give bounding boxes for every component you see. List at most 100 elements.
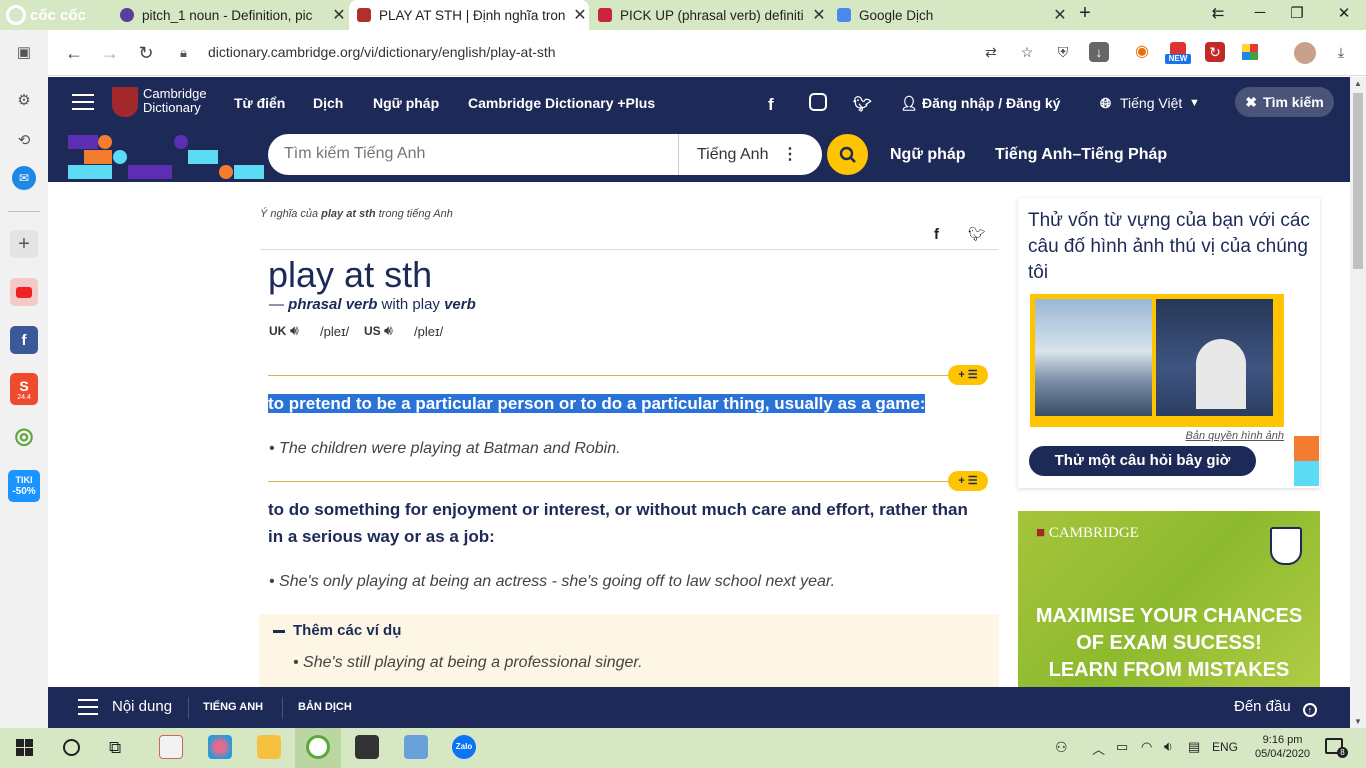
cambridge-logo[interactable]: Cambridge Dictionary <box>143 87 207 115</box>
search-input[interactable] <box>284 145 664 163</box>
english-link[interactable]: TIẾNG ANH <box>203 701 263 713</box>
maximize-icon[interactable]: ❐ <box>1287 4 1307 24</box>
contents-link[interactable]: Nội dung <box>112 698 172 715</box>
us-audio-icon[interactable]: 🔊︎ <box>384 322 393 339</box>
close-tab-icon[interactable]: ✕ <box>330 5 348 25</box>
notification-icon[interactable]: 8 <box>1325 738 1348 758</box>
tab-google-translate[interactable]: Google Dịch ✕ <box>829 0 1069 30</box>
close-tab-icon[interactable]: ✕ <box>810 5 828 25</box>
profile-avatar[interactable] <box>1294 42 1316 64</box>
url-field[interactable]: dictionary.cambridge.org/vi/dictionary/e… <box>208 44 556 60</box>
bookmark-star-icon[interactable]: ☆ <box>1017 42 1037 62</box>
coccoc-taskbar-icon[interactable] <box>306 735 330 759</box>
contents-menu-icon[interactable] <box>78 699 98 715</box>
nav-translate[interactable]: Dịch <box>313 95 343 111</box>
sidebar-toggle-icon[interactable]: ▣ <box>10 38 38 66</box>
coccoc-logo[interactable]: cốc cốc <box>6 4 86 26</box>
back-icon[interactable]: ← <box>63 42 85 64</box>
language-indicator[interactable]: ENG <box>1212 740 1238 754</box>
download-page-icon[interactable]: ↓ <box>1089 42 1109 62</box>
chevron-up-icon[interactable]: ︿ <box>1092 739 1105 758</box>
battery-icon[interactable]: ▭ <box>1116 739 1128 755</box>
close-window-icon[interactable]: ✕ <box>1334 4 1354 24</box>
history-icon[interactable]: ⟲ <box>10 126 38 154</box>
share-facebook-icon[interactable]: f <box>934 226 939 243</box>
add-to-list-button[interactable]: + ☰ <box>948 365 988 385</box>
uk-ipa: /pleɪ/ <box>320 324 350 339</box>
scroll-down-icon[interactable]: ▼ <box>1354 717 1362 726</box>
pos-verb-link[interactable]: verb <box>444 296 476 313</box>
new-tab-icon[interactable]: + <box>1075 2 1095 24</box>
downloads-icon[interactable]: ⤓ <box>1331 42 1351 62</box>
search-button[interactable] <box>827 134 868 175</box>
cortana-icon[interactable] <box>63 739 80 756</box>
taskbar-app-icon[interactable] <box>159 735 183 759</box>
people-icon[interactable]: ⚇ <box>1055 739 1068 756</box>
translation-link[interactable]: BẢN DỊCH <box>298 701 352 713</box>
cambridge-ad[interactable]: ■ CAMBRIDGE MAXIMISE YOUR CHANCES OF EXA… <box>1018 511 1320 687</box>
search-toggle-button[interactable]: ✖ Tìm kiếm <box>1235 87 1334 117</box>
forward-icon[interactable]: → <box>99 42 121 64</box>
search-language-label: Tiếng Anh <box>697 146 769 163</box>
link-english-french[interactable]: Tiếng Anh–Tiếng Pháp <box>995 146 1167 164</box>
nav-grammar[interactable]: Ngữ pháp <box>373 95 439 111</box>
language-selector[interactable]: Tiếng Việt <box>1120 95 1182 111</box>
wifi-icon[interactable]: ◠ <box>1141 739 1152 755</box>
quiz-image-skyline[interactable] <box>1035 299 1152 416</box>
minimize-icon[interactable]: ─ <box>1250 4 1270 24</box>
nav-dictionary[interactable]: Từ điển <box>234 95 285 111</box>
facebook-icon[interactable]: f <box>768 95 774 115</box>
translate-page-icon[interactable]: ⇄ <box>981 42 1001 62</box>
shopee-icon[interactable]: S 24.4 <box>10 373 38 405</box>
shield-icon[interactable]: ⛨ <box>1053 42 1073 62</box>
taskbar-app-icon[interactable] <box>404 735 428 759</box>
extension-coccoc-icon[interactable]: ◉ <box>1132 42 1152 62</box>
tiki-icon[interactable]: TIKI -50% <box>8 470 40 502</box>
keyboard-icon[interactable]: ▤ <box>1188 739 1200 755</box>
extension-new-icon[interactable]: NEW <box>1165 40 1191 66</box>
extension-grid-icon[interactable] <box>1242 44 1258 60</box>
hamburger-menu-icon[interactable] <box>72 92 94 110</box>
scroll-thumb[interactable] <box>1353 93 1363 269</box>
messenger-icon[interactable]: ✉ <box>12 166 36 190</box>
close-tab-icon[interactable]: ✕ <box>571 5 589 25</box>
taskbar-app-icon[interactable] <box>208 735 232 759</box>
sticky-notes-icon[interactable] <box>355 735 379 759</box>
volume-icon[interactable]: 🔉︎ <box>1164 738 1173 755</box>
add-panel-icon[interactable]: + <box>10 230 38 258</box>
settings-icon[interactable]: ⚙ <box>10 86 38 114</box>
close-tab-icon[interactable]: ✕ <box>1051 5 1069 25</box>
lock-icon[interactable]: 🔒︎ <box>180 45 187 61</box>
zalo-icon[interactable]: Zalo <box>452 735 476 759</box>
file-explorer-icon[interactable] <box>257 735 281 759</box>
search-language-select[interactable]: Tiếng Anh ⋮ <box>678 134 818 175</box>
back-to-top-link[interactable]: Đến đầu ↑ <box>1234 698 1317 717</box>
facebook-icon[interactable]: f <box>10 326 38 354</box>
more-examples-toggle[interactable]: Thêm các ví dụ <box>273 622 401 639</box>
tab-search-icon[interactable]: ⇇ <box>1208 4 1228 24</box>
tab-pick-up[interactable]: PICK UP (phrasal verb) definiti ✕ <box>590 0 828 30</box>
image-credit-link[interactable]: Bản quyền hình ảnh <box>1186 430 1284 442</box>
tiki-label: TIKI <box>15 475 33 485</box>
task-view-icon[interactable]: ⧉ <box>109 738 121 758</box>
coccoc-map-icon[interactable]: ◎ <box>10 422 38 450</box>
scroll-up-icon[interactable]: ▲ <box>1354 79 1362 88</box>
add-to-list-button[interactable]: + ☰ <box>948 471 988 491</box>
clock[interactable]: 9:16 pm 05/04/2020 <box>1255 733 1310 761</box>
login-link[interactable]: Đăng nhập / Đăng ký <box>922 95 1060 111</box>
youtube-icon[interactable] <box>10 278 38 306</box>
reload-icon[interactable]: ↻ <box>135 42 157 64</box>
nav-plus[interactable]: Cambridge Dictionary +Plus <box>468 95 655 111</box>
link-grammar[interactable]: Ngữ pháp <box>890 146 966 164</box>
tab-pitch[interactable]: pitch_1 noun - Definition, pic ✕ <box>112 0 348 30</box>
extension-red-icon[interactable]: ↻ <box>1205 42 1225 62</box>
quiz-start-button[interactable]: Thử một câu hỏi bây giờ <box>1029 446 1256 476</box>
instagram-icon[interactable] <box>809 93 827 111</box>
page-scrollbar[interactable]: ▲ ▼ <box>1350 77 1366 728</box>
uk-audio-icon[interactable]: 🔊︎ <box>290 322 299 339</box>
tab-play-at-sth[interactable]: PLAY AT STH | Định nghĩa tron ✕ <box>349 0 589 30</box>
share-twitter-icon[interactable]: 🐦︎ <box>968 226 986 243</box>
twitter-icon[interactable]: 🐦︎ <box>853 95 872 113</box>
quiz-image-windmill[interactable] <box>1156 299 1273 416</box>
windows-start-icon[interactable] <box>16 739 33 756</box>
